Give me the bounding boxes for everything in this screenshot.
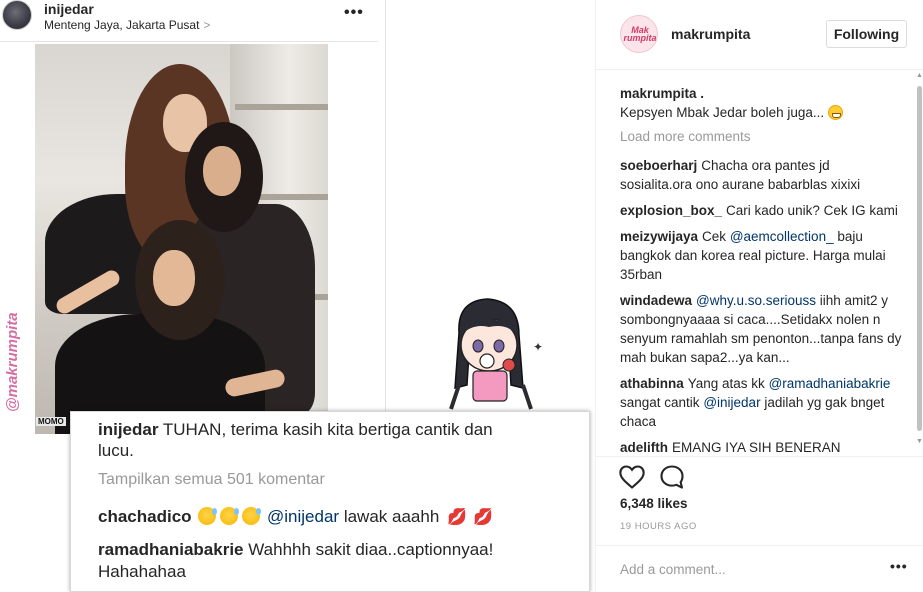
inner-location-text: Menteng Jaya, Jakarta Pusat [44, 18, 200, 32]
watermark-text: @makrumpita [4, 312, 21, 412]
comment-text: sangat cantik [620, 395, 700, 410]
figure-face [153, 250, 195, 306]
comments-list: makrumpita . Kepsyen Mbak Jedar boleh jug… [620, 84, 904, 456]
avatar[interactable]: Mak rumpita [620, 15, 658, 53]
comment-text: Kepsyen Mbak Jedar boleh juga... [620, 105, 825, 120]
caption-text: lucu. [98, 441, 134, 460]
anime-girl-sticker: ✦ [449, 298, 543, 410]
grinning-sweat-emoji-icon [220, 507, 240, 525]
comment-text: Cari kado unik? Cek IG kami [726, 203, 898, 218]
caption-text: TUHAN, terima kasih kita bertiga cantik … [162, 420, 493, 439]
post-actions: 6,348 likes 19 HOURS AGO [596, 456, 923, 556]
card-comment: ramadhaniabakrie Wahhhh sakit diaa..capt… [98, 540, 493, 560]
comment-username[interactable]: meizywijaya [620, 229, 698, 244]
add-comment-row: ••• [596, 545, 923, 592]
comment-item: athabinna Yang atas kk @ramadhaniabakrie … [620, 374, 904, 431]
card-comment: Hahahahaa [98, 562, 186, 582]
comment-username[interactable]: explosion_box_ [620, 203, 722, 218]
mention-link[interactable]: @inijedar [703, 395, 760, 410]
caption-username[interactable]: inijedar [98, 420, 158, 439]
mention-link[interactable]: @inijedar [267, 507, 339, 526]
comment-text: lawak aaahh [343, 507, 440, 526]
sidebar-header: Mak rumpita makrumpita Following [596, 0, 923, 70]
comment-item: soeboerharj Chacha ora pantes jd sosialit… [620, 156, 904, 194]
sidebar-username[interactable]: makrumpita [671, 26, 750, 42]
card-comment: chachadico @inijedar lawak aaahh 💋 💋 [98, 507, 496, 527]
likes-count[interactable]: 6,348 likes [620, 496, 688, 511]
inner-location[interactable]: Menteng Jaya, Jakarta Pusat > [44, 18, 210, 32]
comment-text: Yang atas kk [687, 376, 765, 391]
divider [385, 0, 386, 412]
inner-more-options-icon[interactable]: ••• [344, 4, 364, 22]
mention-link[interactable]: @why.u.so.seriouss [696, 293, 816, 308]
figure-face [203, 146, 241, 196]
add-comment-input[interactable] [620, 559, 870, 579]
comment-username[interactable]: chachadico [98, 507, 192, 526]
post-sidebar: Mak rumpita makrumpita Following makrumpi… [595, 0, 923, 592]
comments-scrollbar[interactable]: ▲ ▼ [914, 70, 923, 455]
comment-text: Hahahahaa [98, 562, 186, 581]
comment-username[interactable]: makrumpita . [620, 86, 704, 101]
load-more-comments-button[interactable]: Load more comments [620, 129, 904, 144]
photo-credit: MOMO [36, 417, 66, 426]
photo-shelf [235, 104, 328, 110]
kiss-mark-emoji-icon: 💋 [447, 509, 467, 526]
following-button[interactable]: Following [826, 20, 907, 48]
grinning-sweat-emoji-icon [242, 507, 262, 525]
caption-card: inijedar TUHAN, terima kasih kita bertig… [70, 411, 590, 592]
scroll-up-arrow-icon[interactable]: ▲ [916, 72, 923, 79]
comment-username[interactable]: adelifth [620, 440, 668, 455]
avatar-logo-text: Mak rumpita [621, 26, 657, 43]
more-options-icon[interactable]: ••• [890, 558, 908, 574]
inner-avatar[interactable] [2, 0, 32, 30]
comment-username[interactable]: soeboerharj [620, 158, 697, 173]
kiss-mark-emoji-icon: 💋 [472, 509, 493, 526]
post-photo [35, 44, 328, 434]
inner-username[interactable]: inijedar [44, 1, 94, 17]
scroll-down-arrow-icon[interactable]: ▼ [916, 438, 923, 445]
view-all-comments-link[interactable]: Tampilkan semua 501 komentar [98, 471, 325, 489]
grinning-emoji-icon [827, 105, 843, 120]
inner-post-header: inijedar Menteng Jaya, Jakarta Pusat > ••… [0, 0, 378, 42]
caption-line: inijedar TUHAN, terima kasih kita bertig… [98, 420, 493, 440]
mention-link[interactable]: @aemcollection_ [730, 229, 834, 244]
comment-item: adelifth EMANG IYA SIH BENERAN [620, 438, 904, 456]
comment-text: Wahhhh sakit diaa..captionnyaa! [248, 540, 494, 559]
comment-item: windadewa @why.u.so.seriouss iihh amit2 y… [620, 291, 904, 367]
comment-username[interactable]: ramadhaniabakrie [98, 540, 244, 559]
comment-text: EMANG IYA SIH BENERAN [672, 440, 841, 455]
shared-post-collage: inijedar Menteng Jaya, Jakarta Pusat > ••… [0, 0, 595, 592]
avatar-logo-line: rumpita [623, 33, 657, 43]
comment-text: Cek [702, 229, 727, 244]
caption-comment: makrumpita . Kepsyen Mbak Jedar boleh jug… [620, 84, 904, 122]
scrollbar-thumb[interactable] [917, 86, 922, 431]
comment-username[interactable]: windadewa [620, 293, 692, 308]
comment-username[interactable]: athabinna [620, 376, 684, 391]
heart-icon[interactable] [618, 463, 646, 491]
caption-line: lucu. [98, 441, 134, 461]
comment-icon[interactable] [658, 463, 686, 491]
post-timestamp: 19 HOURS AGO [620, 521, 697, 532]
svg-text:✦: ✦ [533, 340, 543, 354]
mention-link[interactable]: @ramadhaniabakrie [769, 376, 891, 391]
chevron-right-icon: > [203, 18, 211, 32]
comment-item: explosion_box_ Cari kado unik? Cek IG kam… [620, 201, 904, 220]
grinning-sweat-emoji-icon [198, 507, 218, 525]
comment-item: meizywijaya Cek @aemcollection_ baju bang… [620, 227, 904, 284]
